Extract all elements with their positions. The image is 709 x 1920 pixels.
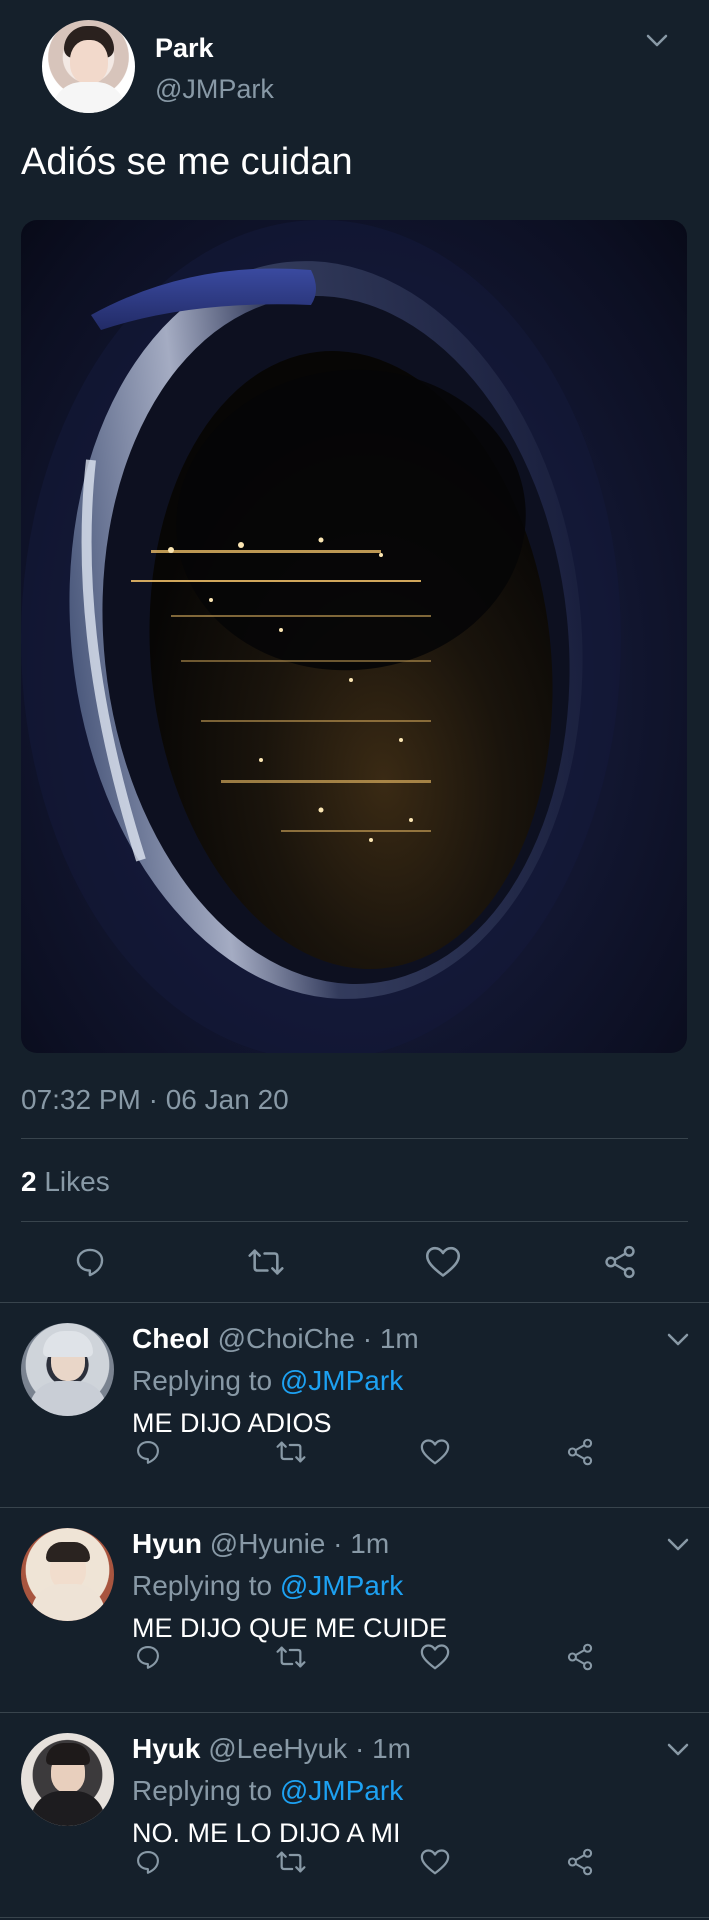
reply-actions	[0, 1427, 709, 1477]
chevron-down-icon[interactable]	[667, 1538, 689, 1552]
likes-count-link[interactable]: 2 Likes	[21, 1162, 110, 1202]
divider	[0, 1917, 709, 1918]
likes-label: Likes	[44, 1166, 110, 1197]
reply-tweet[interactable]: Cheol @ChoiChe · 1m Replying to @JMPark …	[0, 1303, 709, 1508]
avatar[interactable]	[21, 1323, 114, 1416]
main-tweet: Park @JMPark Adiós se me cuidan 07:32 PM…	[0, 0, 709, 1115]
share-icon	[605, 1245, 635, 1279]
share-icon	[567, 1438, 593, 1466]
reply-actions	[0, 1632, 709, 1682]
replying-to-label: Replying to	[132, 1365, 273, 1396]
retweet-button[interactable]	[266, 1427, 316, 1477]
reply-button[interactable]	[60, 1232, 120, 1292]
reply-button[interactable]	[123, 1632, 173, 1682]
reply-tweet[interactable]: Hyun @Hyunie · 1m Replying to @JMPark ME…	[0, 1508, 709, 1713]
replying-to-label: Replying to	[132, 1570, 273, 1601]
main-tweet-header: Park @JMPark	[21, 0, 688, 118]
share-icon	[567, 1848, 593, 1876]
retweet-button[interactable]	[266, 1837, 316, 1887]
reply-icon	[76, 1248, 104, 1277]
share-button[interactable]	[590, 1232, 650, 1292]
share-button[interactable]	[555, 1632, 605, 1682]
main-tweet-actions	[0, 1232, 709, 1292]
avatar[interactable]	[21, 1733, 114, 1826]
divider	[21, 1221, 688, 1222]
reply-author-line[interactable]: Hyuk @LeeHyuk · 1m	[132, 1729, 411, 1769]
reply-body: Cheol @ChoiChe · 1m Replying to @JMPark …	[132, 1319, 419, 1443]
avatar[interactable]	[42, 20, 135, 113]
retweet-icon	[248, 1249, 284, 1275]
author-display-name[interactable]: Park	[155, 30, 274, 66]
reply-body: Hyun @Hyunie · 1m Replying to @JMPark ME…	[132, 1524, 447, 1648]
share-icon	[567, 1643, 593, 1671]
reply-body: Hyuk @LeeHyuk · 1m Replying to @JMPark N…	[132, 1729, 411, 1853]
reply-author-line[interactable]: Hyun @Hyunie · 1m	[132, 1524, 447, 1564]
reply-icon	[137, 1851, 159, 1874]
reply-tweet[interactable]: Hyuk @LeeHyuk · 1m Replying to @JMPark N…	[0, 1713, 709, 1918]
share-button[interactable]	[555, 1837, 605, 1887]
reply-button[interactable]	[123, 1837, 173, 1887]
reply-handle-time: @LeeHyuk · 1m	[208, 1733, 411, 1764]
heart-icon	[420, 1849, 450, 1875]
likes-count: 2	[21, 1166, 37, 1197]
reply-author-line[interactable]: Cheol @ChoiChe · 1m	[132, 1319, 419, 1359]
reply-display-name[interactable]: Hyuk	[132, 1733, 200, 1764]
replying-to-line: Replying to @JMPark	[132, 1566, 447, 1606]
chevron-down-icon[interactable]	[646, 34, 668, 48]
retweet-icon	[276, 1851, 306, 1873]
reply-icon	[137, 1646, 159, 1669]
tweet-text: Adiós se me cuidan	[21, 141, 353, 183]
like-button[interactable]	[410, 1837, 460, 1887]
mention-link[interactable]: @JMPark	[280, 1365, 403, 1396]
mention-link[interactable]: @JMPark	[280, 1775, 403, 1806]
reply-handle-time: @ChoiChe · 1m	[217, 1323, 419, 1354]
author-handle[interactable]: @JMPark	[155, 70, 274, 108]
reply-button[interactable]	[123, 1427, 173, 1477]
replying-to-line: Replying to @JMPark	[132, 1361, 419, 1401]
tweet-detail-page: Park @JMPark Adiós se me cuidan 07:32 PM…	[0, 0, 709, 1920]
divider	[21, 1138, 688, 1139]
tweet-media-image[interactable]	[21, 220, 687, 1053]
like-button[interactable]	[413, 1232, 473, 1292]
reply-display-name[interactable]: Hyun	[132, 1528, 202, 1559]
reply-icon	[137, 1441, 159, 1464]
heart-icon	[425, 1246, 461, 1277]
like-button[interactable]	[410, 1427, 460, 1477]
replying-to-line: Replying to @JMPark	[132, 1771, 411, 1811]
author-block[interactable]: Park @JMPark	[155, 30, 274, 108]
chevron-down-icon[interactable]	[667, 1743, 689, 1757]
retweet-icon	[276, 1646, 306, 1668]
reply-display-name[interactable]: Cheol	[132, 1323, 210, 1354]
tweet-timestamp: 07:32 PM · 06 Jan 20	[21, 1084, 289, 1115]
reply-actions	[0, 1837, 709, 1887]
retweet-icon	[276, 1441, 306, 1463]
reply-handle-time: @Hyunie · 1m	[209, 1528, 390, 1559]
share-button[interactable]	[555, 1427, 605, 1477]
avatar[interactable]	[21, 1528, 114, 1621]
heart-icon	[420, 1439, 450, 1465]
retweet-button[interactable]	[266, 1632, 316, 1682]
replying-to-label: Replying to	[132, 1775, 273, 1806]
heart-icon	[420, 1644, 450, 1670]
mention-link[interactable]: @JMPark	[280, 1570, 403, 1601]
chevron-down-icon[interactable]	[667, 1333, 689, 1347]
retweet-button[interactable]	[236, 1232, 296, 1292]
like-button[interactable]	[410, 1632, 460, 1682]
